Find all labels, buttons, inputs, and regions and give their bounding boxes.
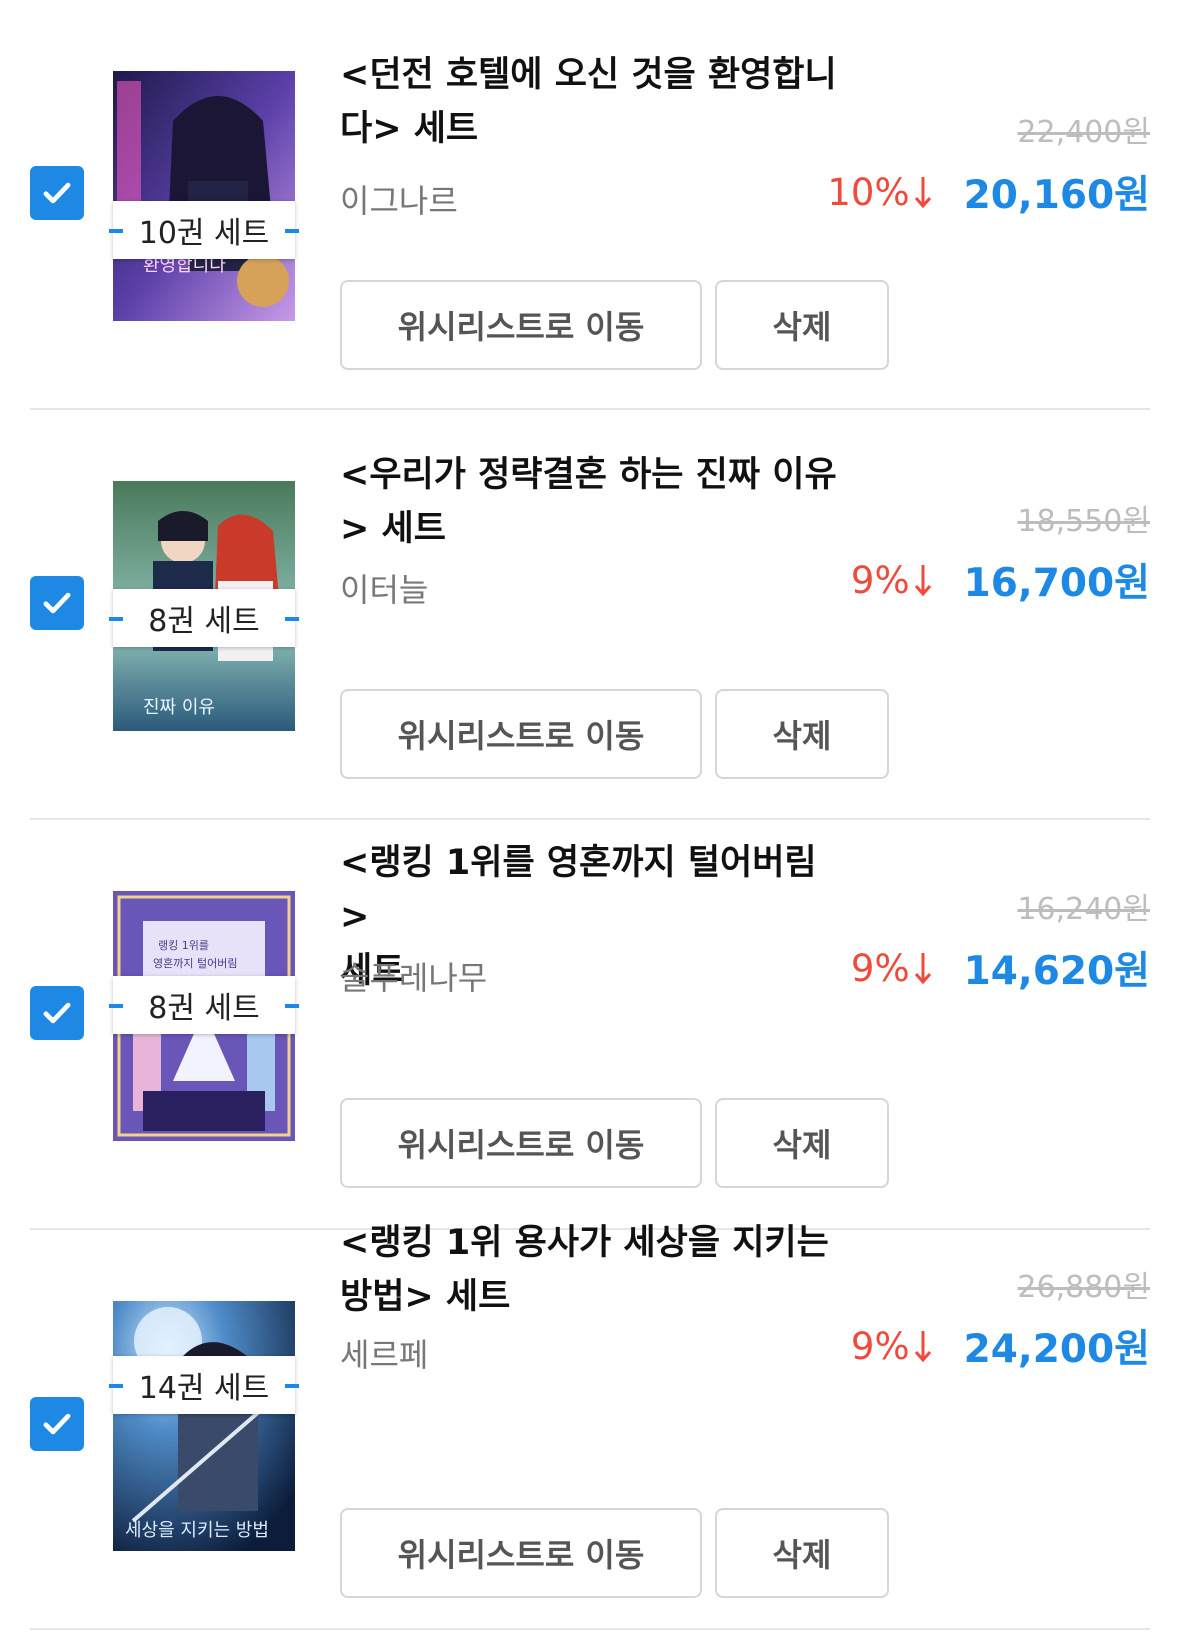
item-checkbox[interactable] [30,576,84,630]
item-author: 술푸레나무 [340,959,488,997]
move-to-wishlist-button[interactable]: 위시리스트로 이동 [340,1508,702,1598]
move-to-wishlist-button[interactable]: 위시리스트로 이동 [340,280,702,370]
check-icon [43,1002,71,1024]
set-badge: 8권 세트 [109,589,299,647]
item-title[interactable]: <우리가 정략결혼 하는 진짜 이유 > 세트 [340,448,840,556]
discount-rate: 9% [850,946,910,990]
sale-price-row: 9% 14,620원 [851,940,1150,996]
original-price: 16,240원 [1017,892,1150,927]
title-line: <던전 호텔에 오신 것을 환영합니 [340,55,837,95]
check-icon [43,182,71,204]
item-author: 이터늘 [340,571,429,609]
set-badge: 10권 세트 [109,201,299,259]
set-badge: 8권 세트 [109,976,299,1034]
svg-text:랭킹 1위를: 랭킹 1위를 [158,939,209,952]
svg-text:진짜 이유: 진짜 이유 [143,697,215,718]
discount-rate: 9% [850,558,910,602]
sale-price-row: 9% 16,700원 [851,552,1150,608]
svg-text:세상을 지키는 방법: 세상을 지키는 방법 [125,1520,269,1541]
cart-item: 진짜 이유 8권 세트 <우리가 정략결혼 하는 진짜 이유 > 세트 이터늘 … [0,410,1179,820]
book-cover[interactable]: 세상을 지키는 방법 [113,1301,295,1551]
sale-price: 24,200원 [963,1327,1150,1372]
title-line: 다> 세트 [340,109,479,149]
check-icon [43,1413,71,1435]
original-price: 18,550원 [1017,504,1150,539]
item-author: 이그나르 [340,182,458,220]
down-arrow-icon [914,563,932,597]
move-to-wishlist-button[interactable]: 위시리스트로 이동 [340,689,702,779]
delete-button[interactable]: 삭제 [715,1098,889,1188]
original-price: 26,880원 [1017,1270,1150,1305]
move-to-wishlist-button[interactable]: 위시리스트로 이동 [340,1098,702,1188]
discount-rate: 9% [850,1324,910,1368]
title-line: <우리가 정략결혼 하는 진짜 이유 [340,455,837,495]
title-line: <랭킹 1위를 영혼까지 털어버림> [340,843,817,937]
title-line: <랭킹 1위 용사가 세상을 지키는 [340,1223,829,1263]
item-title[interactable]: <던전 호텔에 오신 것을 환영합니 다> 세트 [340,48,840,156]
down-arrow-icon [914,951,932,985]
item-checkbox[interactable] [30,1397,84,1451]
sale-price-row: 9% 24,200원 [851,1318,1150,1374]
item-checkbox[interactable] [30,986,84,1040]
down-arrow-icon [914,1329,932,1363]
cart-item: 세상을 지키는 방법 14권 세트 <랭킹 1위 용사가 세상을 지키는 방법>… [0,1223,1179,1640]
divider [30,1628,1150,1630]
sale-price-row: 10% 20,160원 [827,164,1150,220]
sale-price: 20,160원 [963,173,1150,218]
original-price: 22,400원 [1017,115,1150,150]
item-title[interactable]: <랭킹 1위 용사가 세상을 지키는 방법> 세트 [340,1216,840,1324]
title-line: > 세트 [340,509,446,549]
delete-button[interactable]: 삭제 [715,689,889,779]
discount-rate: 10% [827,170,910,214]
title-line: 방법> 세트 [340,1277,511,1317]
sale-price: 16,700원 [963,561,1150,606]
delete-button[interactable]: 삭제 [715,280,889,370]
cart-item: 환영합니다 10권 세트 <던전 호텔에 오신 것을 환영합니 다> 세트 이그… [0,0,1179,410]
cart-item: 랭킹 1위를 영혼까지 털어버림 8권 세트 <랭킹 1위를 영혼까지 털어버림… [0,820,1179,1230]
check-icon [43,592,71,614]
book-cover[interactable]: 환영합니다 [113,71,295,321]
item-checkbox[interactable] [30,166,84,220]
sale-price: 14,620원 [963,949,1150,994]
svg-text:영혼까지 털어버림: 영혼까지 털어버림 [153,957,237,970]
set-badge: 14권 세트 [109,1356,299,1414]
item-author: 세르페 [340,1336,429,1374]
delete-button[interactable]: 삭제 [715,1508,889,1598]
down-arrow-icon [914,175,932,209]
